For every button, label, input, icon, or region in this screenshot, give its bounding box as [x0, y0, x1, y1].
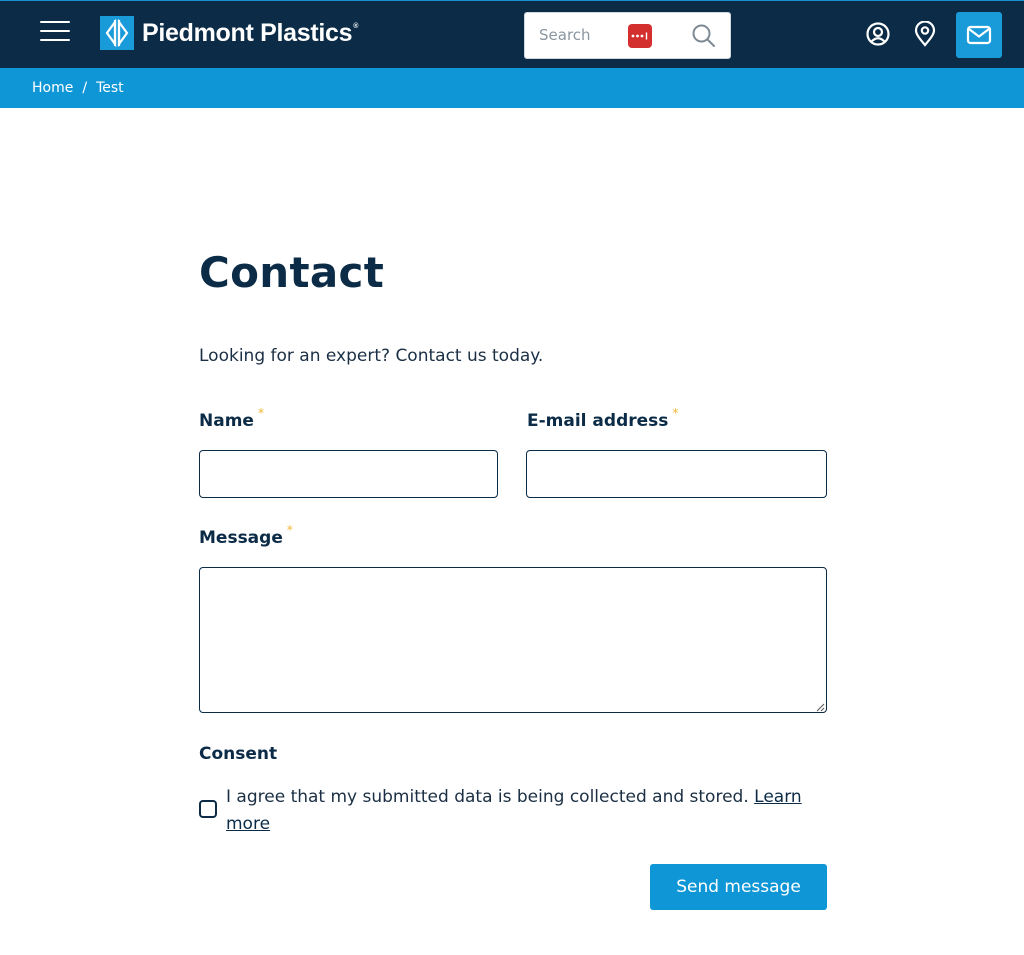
location-icon[interactable] — [911, 20, 939, 48]
breadcrumb: Home / Test — [0, 68, 1024, 108]
search-input[interactable]: Search — [539, 26, 591, 44]
consent-text: I agree that my submitted data is being … — [226, 787, 802, 834]
consent-heading: Consent — [199, 744, 278, 764]
email-label: E-mail address * — [527, 406, 679, 431]
required-star: * — [286, 523, 293, 537]
page-title: Contact — [199, 248, 385, 297]
search-icon[interactable] — [691, 23, 717, 49]
name-field[interactable] — [199, 450, 498, 498]
resize-grip-icon[interactable] — [816, 703, 825, 712]
send-message-button[interactable]: Send message — [650, 864, 827, 910]
search-box[interactable]: Search — [524, 12, 731, 59]
required-star: * — [672, 406, 679, 420]
breadcrumb-current[interactable]: Test — [96, 80, 124, 96]
breadcrumb-separator: / — [82, 80, 88, 96]
message-field[interactable] — [199, 567, 827, 713]
mail-icon — [966, 25, 992, 45]
name-label: Name * — [199, 406, 264, 431]
breadcrumb-home[interactable]: Home — [32, 80, 73, 96]
logo-icon — [100, 16, 134, 50]
brand-logo[interactable]: Piedmont Plastics® — [100, 15, 358, 51]
menu-icon[interactable] — [40, 21, 70, 45]
contact-mail-button[interactable] — [956, 12, 1002, 58]
email-field[interactable] — [526, 450, 827, 498]
consent-checkbox[interactable] — [199, 800, 217, 818]
contact-form-section: Contact Looking for an expert? Contact u… — [199, 248, 827, 910]
page-intro: Looking for an expert? Contact us today. — [199, 346, 544, 366]
password-manager-icon[interactable] — [628, 24, 652, 48]
account-icon[interactable] — [864, 20, 892, 48]
brand-name: Piedmont Plastics® — [142, 18, 359, 47]
message-label: Message * — [199, 523, 293, 548]
site-header: Piedmont Plastics® Search — [0, 0, 1024, 68]
required-star: * — [257, 406, 264, 420]
